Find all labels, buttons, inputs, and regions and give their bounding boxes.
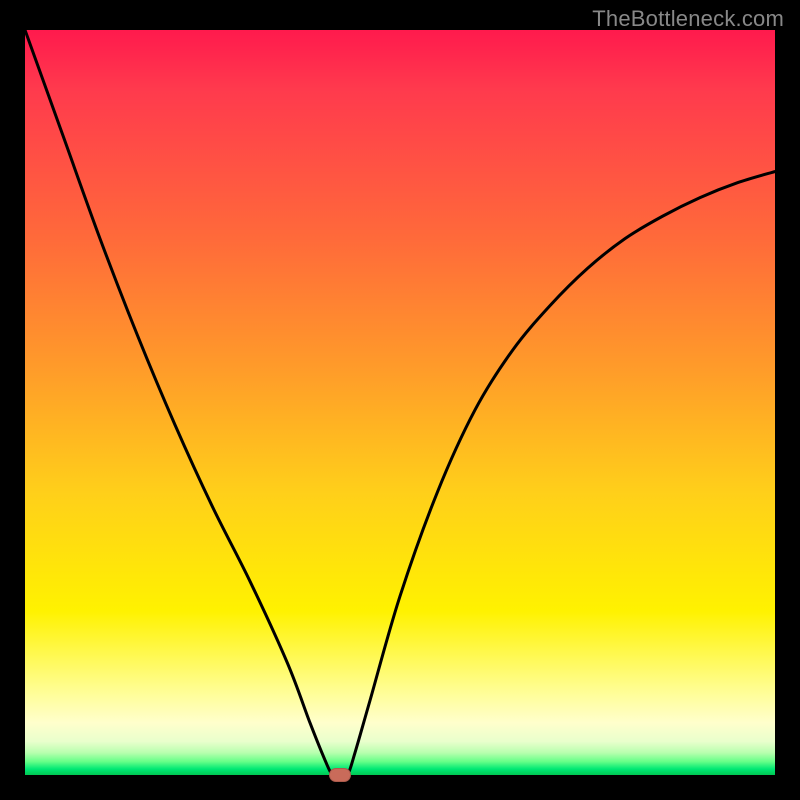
optimal-point-marker <box>329 768 351 782</box>
watermark-label: TheBottleneck.com <box>592 6 784 32</box>
bottleneck-curve <box>25 30 775 775</box>
chart-frame: TheBottleneck.com <box>0 0 800 800</box>
plot-area <box>25 30 775 775</box>
